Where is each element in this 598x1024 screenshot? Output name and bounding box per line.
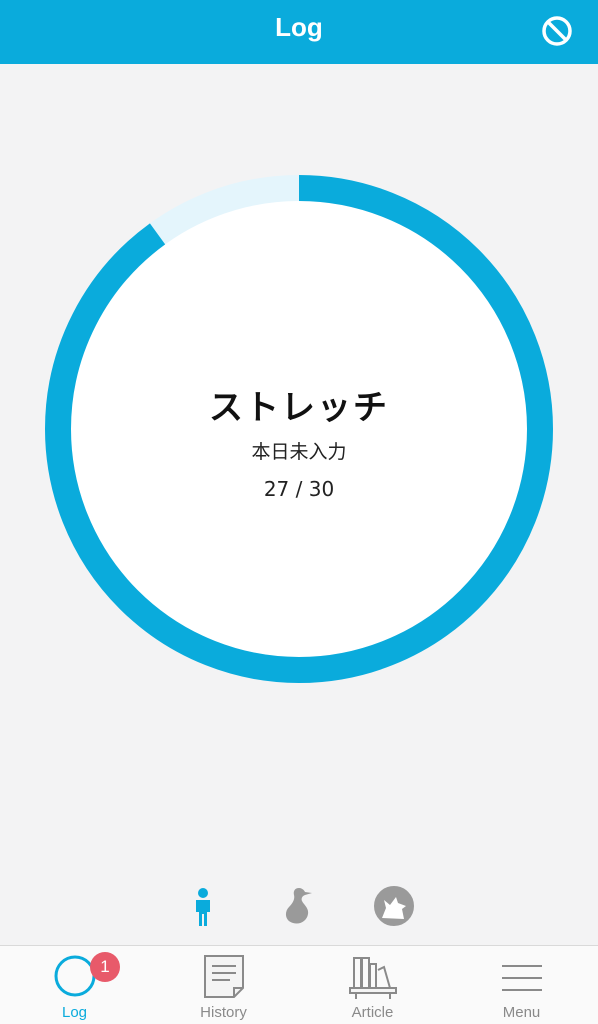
tab-label: History [200, 1004, 247, 1021]
tab-label: Menu [502, 1004, 541, 1021]
bird-icon[interactable] [277, 884, 321, 928]
tab-menu[interactable]: Menu [447, 946, 596, 1024]
menu-icon [500, 954, 544, 1002]
tab-article[interactable]: Article [298, 946, 447, 1024]
wolf-icon[interactable] [372, 884, 416, 928]
notification-badge: 1 [90, 952, 120, 982]
tab-history[interactable]: History [149, 946, 298, 1024]
app-header: Log [0, 0, 598, 64]
tab-log[interactable]: 1 Log [0, 946, 149, 1024]
document-icon [202, 954, 246, 1004]
person-icon[interactable] [181, 884, 225, 928]
block-icon[interactable] [540, 14, 574, 48]
activity-name: ストレッチ [209, 388, 389, 428]
bookshelf-icon [348, 954, 398, 1004]
page-title: Log [275, 12, 323, 42]
progress-count: 27 / 30 [263, 477, 335, 501]
tab-label: Article [351, 1004, 394, 1021]
activity-status: 本日未入力 [251, 441, 347, 463]
activity-summary: ストレッチ 本日未入力 27 / 30 [45, 175, 553, 683]
activity-switcher [0, 880, 598, 932]
tab-bar: 1 Log History Article Menu [0, 945, 598, 1024]
tab-label: Log [61, 1004, 88, 1021]
